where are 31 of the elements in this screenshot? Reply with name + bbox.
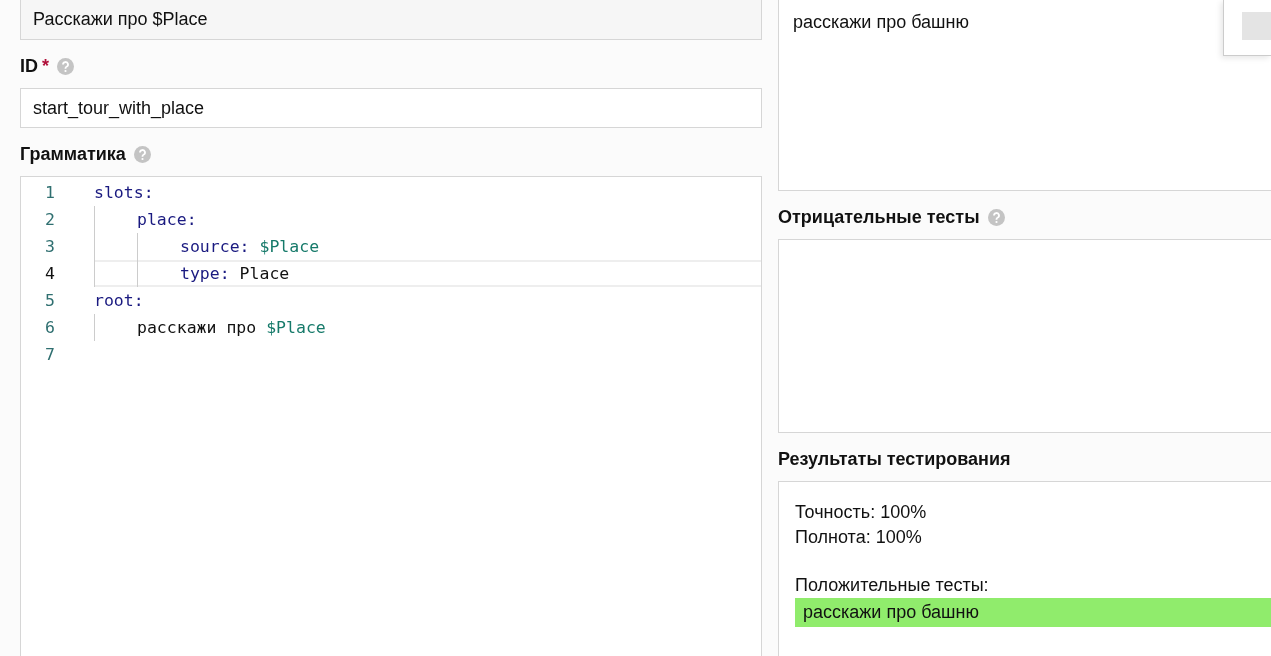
name-field[interactable]: Расскажи про $Place: [20, 0, 762, 40]
code-line: type: Place: [180, 264, 290, 283]
field-label: Грамматика: [20, 143, 126, 165]
line-number: 3: [44, 236, 56, 258]
code-editor[interactable]: 1 2 3 4 5 6 7 slots: place: source: $Place type: Place root: расскажи про $Place: [20, 176, 762, 656]
field-label: Отрицательные тесты: [778, 206, 980, 228]
text-area[interactable]: расскажи про башню: [778, 0, 1271, 191]
metric-text: Полнота: 100%: [795, 526, 923, 549]
test-result: расскажи про башню: [795, 598, 1271, 627]
results-label: Положительные тесты:: [795, 574, 990, 597]
line-number: 1: [44, 182, 56, 204]
metric-text: Точность: 100%: [795, 501, 928, 524]
line-number: 2: [44, 209, 56, 231]
line-number: 5: [44, 290, 56, 312]
field-label: ID: [20, 55, 38, 77]
line-number: 4: [44, 263, 56, 285]
section-title: Результаты тестирования: [778, 448, 1011, 470]
id-field[interactable]: start_tour_with_place: [20, 88, 762, 128]
line-number: 6: [44, 317, 56, 339]
text-area[interactable]: [778, 239, 1271, 433]
code-line: расскажи про $Place: [137, 318, 326, 337]
line-number: 7: [44, 344, 56, 366]
help-icon[interactable]: [57, 57, 74, 75]
code-line: source: $Place: [180, 237, 320, 256]
help-icon[interactable]: [133, 145, 151, 163]
blank-button[interactable]: [1242, 12, 1271, 40]
code-line: root:: [94, 291, 144, 310]
required-mark: *: [42, 55, 49, 77]
code-line: slots:: [94, 183, 154, 202]
code-line: place:: [137, 210, 197, 229]
help-icon[interactable]: [987, 208, 1005, 226]
